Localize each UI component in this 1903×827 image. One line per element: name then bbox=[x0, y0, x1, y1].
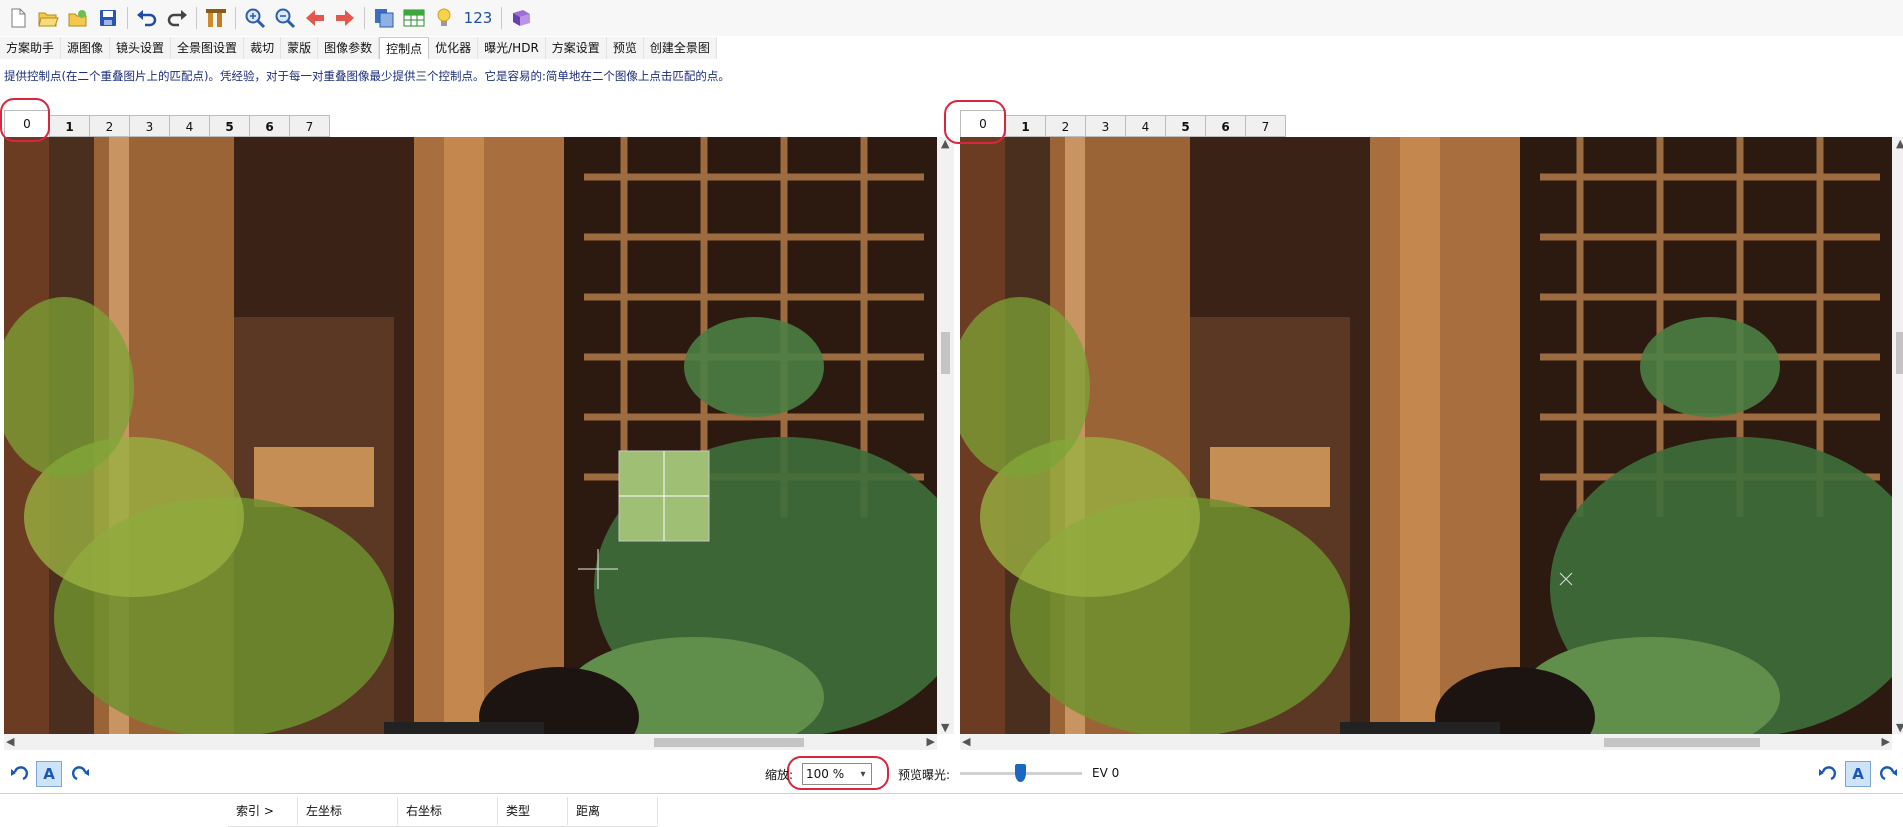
undo-icon[interactable] bbox=[133, 4, 161, 32]
zoom-label: 缩放: bbox=[765, 768, 794, 782]
zoom-select[interactable]: 100 % ▾ bbox=[802, 763, 872, 785]
new-icon[interactable] bbox=[4, 4, 32, 32]
scroll-thumb[interactable] bbox=[654, 738, 804, 747]
toolbar-separator bbox=[501, 7, 502, 29]
bottom-controls: A 缩放: 100 % ▾ 预览曝光: EV 0 A bbox=[0, 760, 1903, 788]
scroll-thumb[interactable] bbox=[1604, 738, 1760, 747]
auto-label: A bbox=[43, 765, 55, 783]
tab-exposure-hdr[interactable]: 曝光/HDR bbox=[478, 37, 546, 59]
previous-icon[interactable] bbox=[301, 4, 329, 32]
tools-icon[interactable] bbox=[202, 4, 230, 32]
left-image-tab[interactable]: 6 bbox=[250, 115, 290, 137]
right-image-tab[interactable]: 1 bbox=[1006, 115, 1046, 137]
right-image-tab[interactable]: 5 bbox=[1166, 115, 1206, 137]
tab-create-panorama[interactable]: 创建全景图 bbox=[643, 37, 717, 59]
tab-crop[interactable]: 裁切 bbox=[244, 37, 282, 59]
rotate-left-icon[interactable] bbox=[1814, 761, 1840, 787]
right-image-tabs: 0 1 2 3 4 5 6 7 bbox=[960, 110, 1286, 137]
column-left-coord[interactable]: 左坐标 bbox=[298, 797, 398, 825]
column-type[interactable]: 类型 bbox=[498, 797, 568, 825]
tab-preview[interactable]: 预览 bbox=[606, 37, 644, 59]
help-book-icon[interactable] bbox=[507, 4, 535, 32]
left-vertical-scrollbar[interactable]: ▲ ▼ bbox=[937, 137, 954, 734]
tab-image-parameters[interactable]: 图像参数 bbox=[318, 37, 380, 59]
scroll-right-icon[interactable]: ▶ bbox=[927, 735, 935, 748]
auto-label: A bbox=[1852, 765, 1864, 783]
toolbar-separator bbox=[235, 7, 236, 29]
exposure-label: 预览曝光: bbox=[898, 768, 951, 782]
toolbar-separator bbox=[127, 7, 128, 29]
numbers-label: 123 bbox=[463, 9, 493, 27]
right-image-tab[interactable]: 3 bbox=[1086, 115, 1126, 137]
scroll-left-icon[interactable]: ◀ bbox=[962, 735, 970, 748]
left-image-tab[interactable]: 1 bbox=[50, 115, 90, 137]
rotate-right-icon[interactable] bbox=[1876, 761, 1902, 787]
right-photo bbox=[960, 137, 1892, 734]
tab-panorama-settings[interactable]: 全景图设置 bbox=[171, 37, 245, 59]
scroll-down-icon[interactable]: ▼ bbox=[1896, 721, 1903, 734]
exposure-slider-knob[interactable] bbox=[1015, 764, 1026, 782]
column-distance[interactable]: 距离 bbox=[568, 797, 658, 825]
scroll-up-icon[interactable]: ▲ bbox=[1896, 137, 1903, 150]
main-tabs: 方案助手 源图像 镜头设置 全景图设置 裁切 蒙版 图像参数 控制点 优化器 曝… bbox=[0, 37, 717, 59]
open-icon[interactable] bbox=[34, 4, 62, 32]
tab-source-images[interactable]: 源图像 bbox=[61, 37, 111, 59]
auto-fine-tune-button[interactable]: A bbox=[1845, 761, 1871, 787]
tab-control-points[interactable]: 控制点 bbox=[379, 37, 430, 59]
scroll-right-icon[interactable]: ▶ bbox=[1882, 735, 1890, 748]
tab-lens-settings[interactable]: 镜头设置 bbox=[110, 37, 172, 59]
right-horizontal-scrollbar[interactable]: ◀ ▶ bbox=[960, 734, 1892, 750]
divider bbox=[0, 793, 1903, 794]
zoom-value: 100 % bbox=[806, 767, 845, 781]
left-photo bbox=[4, 137, 937, 734]
control-point-table-header: 索引 > 左坐标 右坐标 类型 距离 bbox=[228, 796, 658, 826]
copy-icon[interactable] bbox=[370, 4, 398, 32]
numbers-icon[interactable]: 123 bbox=[460, 4, 496, 32]
rotate-right-icon[interactable] bbox=[68, 761, 94, 787]
rotate-left-icon[interactable] bbox=[6, 761, 32, 787]
right-vertical-scrollbar[interactable]: ▲ ▼ bbox=[1892, 137, 1903, 734]
next-icon[interactable] bbox=[331, 4, 359, 32]
toolbar: 123 bbox=[0, 0, 1903, 36]
left-image-tabs: 0 1 2 3 4 5 6 7 bbox=[4, 110, 330, 137]
left-image-tab[interactable]: 5 bbox=[210, 115, 250, 137]
left-horizontal-scrollbar[interactable]: ◀ ▶ bbox=[4, 734, 937, 750]
right-image-tab[interactable]: 6 bbox=[1206, 115, 1246, 137]
left-image-tab[interactable]: 2 bbox=[90, 115, 130, 137]
tab-project-settings[interactable]: 方案设置 bbox=[545, 37, 607, 59]
right-image-tab[interactable]: 2 bbox=[1046, 115, 1086, 137]
scroll-thumb[interactable] bbox=[1896, 332, 1903, 374]
right-image-viewport[interactable] bbox=[960, 137, 1892, 734]
right-image-tab[interactable]: 7 bbox=[1246, 115, 1286, 137]
column-index[interactable]: 索引 > bbox=[228, 797, 298, 825]
zoom-in-icon[interactable] bbox=[241, 4, 269, 32]
tab-assistant[interactable]: 方案助手 bbox=[0, 37, 62, 59]
toolbar-separator bbox=[364, 7, 365, 29]
lightbulb-icon[interactable] bbox=[430, 4, 458, 32]
annotation-circle bbox=[944, 100, 1006, 144]
instruction-text: 提供控制点(在二个重叠图片上的匹配点)。凭经验，对于每一对重叠图像最少提供三个控… bbox=[4, 69, 730, 83]
tab-optimizer[interactable]: 优化器 bbox=[429, 37, 479, 59]
left-image-viewport[interactable] bbox=[4, 137, 937, 734]
chevron-down-icon: ▾ bbox=[860, 768, 866, 780]
save-icon[interactable] bbox=[94, 4, 122, 32]
tab-masks[interactable]: 蒙版 bbox=[281, 37, 319, 59]
left-image-tab[interactable]: 4 bbox=[170, 115, 210, 137]
right-image-tab[interactable]: 4 bbox=[1126, 115, 1166, 137]
left-image-tab[interactable]: 7 bbox=[290, 115, 330, 137]
left-image-tab[interactable]: 3 bbox=[130, 115, 170, 137]
toolbar-separator bbox=[196, 7, 197, 29]
auto-fine-tune-button[interactable]: A bbox=[36, 761, 62, 787]
table-icon[interactable] bbox=[400, 4, 428, 32]
ev-value: EV 0 bbox=[1092, 766, 1120, 780]
redo-icon[interactable] bbox=[163, 4, 191, 32]
scroll-down-icon[interactable]: ▼ bbox=[941, 721, 949, 734]
column-right-coord[interactable]: 右坐标 bbox=[398, 797, 498, 825]
scroll-left-icon[interactable]: ◀ bbox=[6, 735, 14, 748]
zoom-out-icon[interactable] bbox=[271, 4, 299, 32]
annotation-circle bbox=[0, 98, 50, 142]
open-images-icon[interactable] bbox=[64, 4, 92, 32]
scroll-thumb[interactable] bbox=[941, 332, 950, 374]
